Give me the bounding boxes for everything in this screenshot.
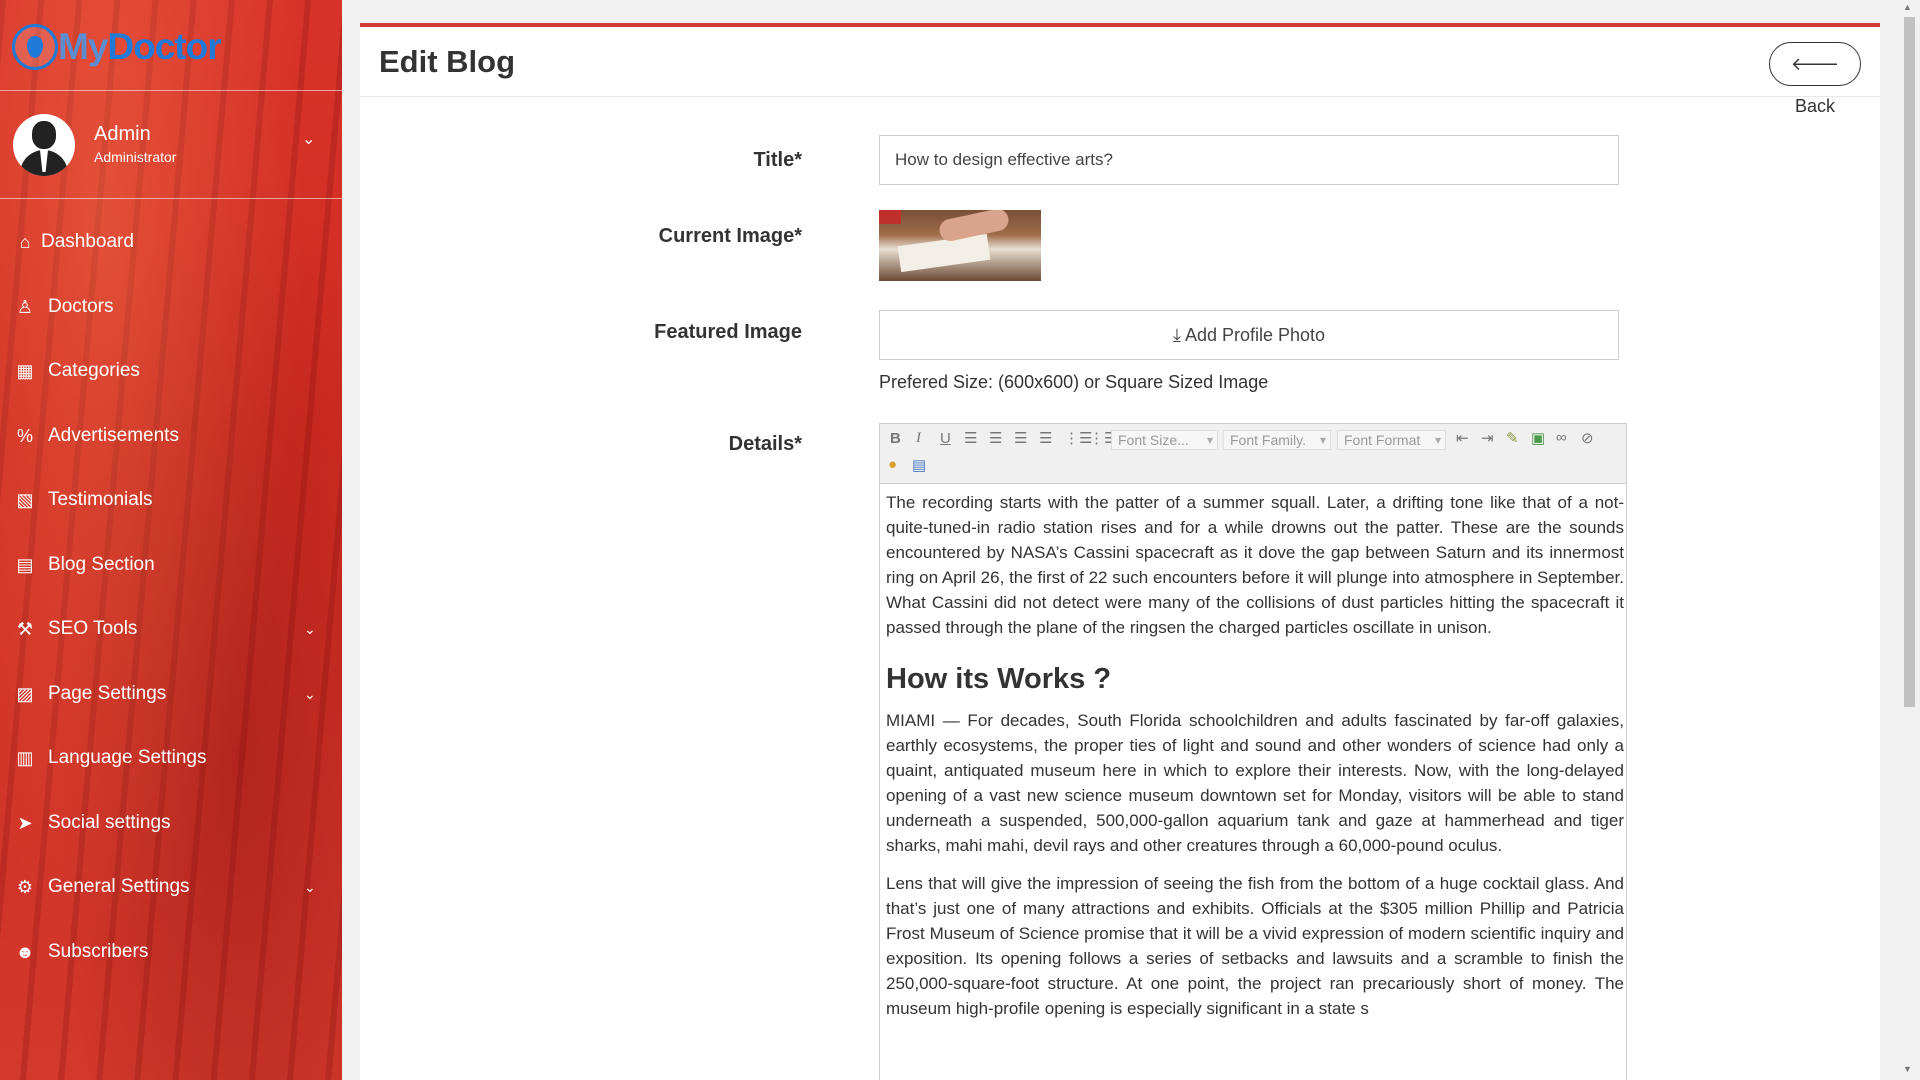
chevron-down-icon: ⌄	[304, 879, 316, 895]
sidebar-item-advertisements[interactable]: % Advertisements	[0, 404, 342, 469]
profile-name: Admin	[94, 123, 151, 145]
sidebar-item-testimonials[interactable]: ▧ Testimonials	[0, 468, 342, 533]
edit-blog-panel: Edit Blog 🡐 Back Title* Current Image* F…	[360, 23, 1880, 1080]
profile-dropdown[interactable]: Admin Administrator ⌄	[0, 91, 342, 199]
current-image-thumbnail	[879, 210, 1041, 281]
underline-icon[interactable]: U	[940, 430, 951, 447]
sidebar: MyDoctor Admin Administrator ⌄ ⌂ Dashboa…	[0, 0, 342, 1080]
bold-icon[interactable]: B	[890, 430, 901, 447]
details-label: Details*	[728, 433, 802, 455]
sidebar-item-doctors[interactable]: ♙ Doctors	[0, 275, 342, 340]
align-left-icon[interactable]: ☰	[964, 429, 977, 447]
sidebar-item-label: Advertisements	[48, 424, 179, 446]
users-icon: ☻	[15, 941, 35, 962]
image-size-hint: Prefered Size: (600x600) or Square Sized…	[879, 372, 1269, 392]
source-code-icon[interactable]: ▤	[912, 456, 926, 474]
sidebar-item-label: SEO Tools	[48, 618, 138, 639]
download-icon: ⤓	[1172, 325, 1181, 345]
sidebar-item-label: Testimonials	[48, 489, 153, 510]
title-input[interactable]	[879, 135, 1619, 185]
wrench-icon: ⚒	[16, 619, 34, 639]
sidebar-item-label: Page Settings	[48, 682, 167, 704]
editor-content[interactable]: The recording starts with the patter of …	[880, 484, 1626, 1021]
language-icon: ▥	[16, 748, 34, 768]
home-icon: ⌂	[19, 232, 31, 252]
sidebar-item-seo-tools[interactable]: ⚒ SEO Tools ⌄	[0, 597, 342, 662]
back-button-label: Back	[1794, 96, 1836, 116]
italic-icon[interactable]: I	[916, 430, 921, 447]
avatar	[13, 114, 75, 176]
sidebar-item-label: Blog Section	[48, 553, 155, 575]
sidebar-item-blog-section[interactable]: ▤ Blog Section	[0, 533, 342, 598]
logo[interactable]: MyDoctor	[0, 0, 342, 91]
rich-text-editor[interactable]: B I U ☰ ☰ ☰ ☰ ⋮☰ ⋮☰ Font Size... Font Fa…	[879, 423, 1627, 1080]
sidebar-item-label: Language Settings	[48, 747, 207, 768]
sidebar-item-page-settings[interactable]: ▨ Page Settings ⌄	[0, 662, 342, 727]
current-image-label: Current Image*	[658, 225, 802, 247]
sidebar-item-subscribers[interactable]: ☻ Subscribers	[0, 920, 342, 985]
back-button[interactable]: 🡐 Back	[1769, 42, 1861, 116]
chevron-down-icon[interactable]: ⌄	[302, 129, 315, 149]
panel-header: Edit Blog 🡐 Back	[360, 27, 1880, 116]
align-justify-icon[interactable]: ☰	[1039, 429, 1052, 447]
featured-image-label: Featured Image	[654, 321, 802, 343]
align-center-icon[interactable]: ☰	[989, 429, 1002, 447]
scroll-up-icon[interactable]: ▲	[1903, 2, 1912, 12]
file-text-icon: ▤	[16, 554, 34, 575]
editor-paragraph: The recording starts with the patter of …	[886, 493, 1624, 637]
user-doctor-icon: ♙	[16, 296, 34, 317]
sidebar-item-label: Social settings	[48, 811, 171, 833]
scrollbar-thumb[interactable]	[1904, 17, 1915, 707]
sidebar-item-label: Dashboard	[41, 231, 134, 252]
editor-paragraph: Lens that will give the impression of se…	[886, 874, 1624, 1018]
page-title: Edit Blog	[379, 44, 516, 79]
sidebar-item-general-settings[interactable]: ⚙ General Settings ⌄	[0, 855, 342, 920]
editor-heading: How its Works ?	[886, 663, 1112, 695]
sidebar-item-label: Subscribers	[48, 940, 149, 962]
calendar-icon: ▦	[16, 361, 34, 381]
insert-image-icon[interactable]: ▣	[1531, 429, 1545, 447]
align-right-icon[interactable]: ☰	[1014, 429, 1027, 447]
percent-icon: %	[16, 425, 33, 446]
sidebar-item-dashboard[interactable]: ⌂ Dashboard	[0, 210, 342, 275]
cogs-icon: ⚙	[16, 877, 34, 897]
add-photo-label: Add Profile Photo	[1184, 325, 1326, 345]
logo-mark-icon	[12, 24, 58, 70]
indent-icon[interactable]: ⇥	[1481, 429, 1494, 447]
font-size-select[interactable]: Font Size...	[1111, 430, 1218, 450]
code-file-icon: ▨	[16, 683, 34, 704]
title-label: Title*	[753, 149, 802, 171]
chevron-down-icon: ⌄	[304, 685, 316, 702]
image-file-icon: ▧	[16, 490, 34, 510]
sidebar-item-language-settings[interactable]: ▥ Language Settings	[0, 726, 342, 791]
editor-paragraph: MIAMI — For decades, South Florida schoo…	[886, 711, 1624, 855]
sidebar-item-label: Categories	[48, 360, 140, 381]
font-format-select[interactable]: Font Format	[1337, 430, 1446, 450]
paper-plane-icon: ➤	[17, 812, 33, 833]
sidebar-item-label: General Settings	[48, 876, 190, 897]
chevron-down-icon: ⌄	[304, 621, 316, 637]
sidebar-item-label: Doctors	[48, 295, 114, 317]
unlink-icon[interactable]: ⊘	[1581, 429, 1594, 447]
add-profile-photo-button[interactable]: ⤓ Add Profile Photo	[879, 310, 1619, 360]
link-icon[interactable]: ∞	[1556, 429, 1567, 446]
editor-toolbar: B I U ☰ ☰ ☰ ☰ ⋮☰ ⋮☰ Font Size... Font Fa…	[880, 424, 1626, 484]
outdent-icon[interactable]: ⇤	[1456, 429, 1469, 447]
arrow-left-icon: 🡐	[1790, 54, 1840, 74]
scroll-down-icon[interactable]: ▼	[1903, 1064, 1912, 1074]
sidebar-item-categories[interactable]: ▦ Categories	[0, 339, 342, 404]
sidebar-item-social-settings[interactable]: ➤ Social settings	[0, 791, 342, 856]
sidebar-menu: ⌂ Dashboard ♙ Doctors ▦ Categories % Adv…	[0, 210, 342, 984]
color-palette-icon[interactable]: ●	[888, 456, 897, 473]
profile-role: Administrator	[94, 149, 177, 165]
logo-text: MyDoctor	[58, 26, 222, 67]
edit-html-icon[interactable]: ✎	[1506, 429, 1519, 447]
font-family-select[interactable]: Font Family.	[1223, 430, 1331, 450]
